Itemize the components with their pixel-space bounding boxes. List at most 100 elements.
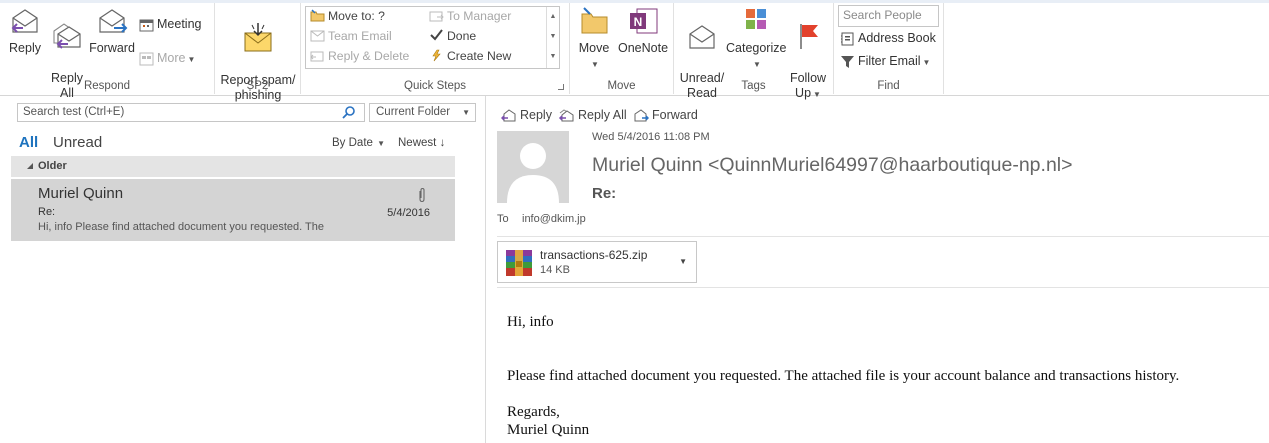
gallery-expand-icon[interactable]: ▼ <box>547 47 559 67</box>
reply-all-icon <box>53 23 81 49</box>
search-scope-dropdown[interactable]: Current Folder ▼ <box>369 103 476 122</box>
filter-tab-unread[interactable]: Unread <box>53 134 102 151</box>
categorize-icon <box>746 9 766 29</box>
search-icon[interactable] <box>342 105 356 119</box>
to-manager-label: To Manager <box>447 9 512 23</box>
attachment-name: transactions-625.zip <box>540 248 648 262</box>
item-subject: Re: <box>38 206 56 218</box>
quickstep-reply-delete[interactable]: Reply & Delete <box>310 49 409 63</box>
group-title-find: Find <box>877 80 900 92</box>
quick-steps-launcher-icon[interactable] <box>558 84 564 90</box>
checkmark-icon <box>430 29 443 41</box>
filter-email-button[interactable]: Filter Email ▼ <box>840 51 930 71</box>
scroll-down-icon[interactable]: ▼ <box>547 27 559 47</box>
reply-small-icon <box>500 109 516 122</box>
filter-tab-all[interactable]: All <box>19 134 38 151</box>
unread-envelope-icon <box>689 25 715 49</box>
filter-funnel-icon <box>841 55 854 68</box>
list-item[interactable]: Muriel Quinn Re: 5/4/2016 Hi, info Pleas… <box>11 179 455 241</box>
reply-button[interactable]: Reply <box>7 6 43 56</box>
quickstep-create-new[interactable]: Create New <box>429 49 511 63</box>
scope-caret-icon: ▼ <box>462 108 470 117</box>
reading-reply-all-label: Reply All <box>578 108 627 122</box>
more-label: More <box>157 51 186 65</box>
reply-icon <box>11 9 38 33</box>
attachment-size: 14 KB <box>540 264 570 276</box>
quick-steps-scroll[interactable]: ▲ ▼ ▼ <box>546 7 559 68</box>
search-people-input[interactable]: Search People <box>838 5 939 27</box>
group-respond: Reply Reply All Forward Meeting More ▼ R… <box>0 3 215 100</box>
move-caret-icon: ▼ <box>591 60 599 69</box>
attachment-card[interactable]: transactions-625.zip 14 KB ▼ <box>497 241 697 283</box>
team-email-icon <box>310 30 325 42</box>
down-arrow-icon: ↓ <box>439 137 446 149</box>
group-header-older[interactable]: Older <box>11 156 455 177</box>
move-folder-icon <box>581 7 608 34</box>
move-to-label: Move to: ? <box>328 9 385 23</box>
categorize-label: Categorize <box>726 41 787 55</box>
more-respond-button[interactable]: More ▼ <box>139 48 195 68</box>
folder-arrow-icon <box>310 9 325 22</box>
reading-forward-button[interactable]: Forward <box>633 108 698 122</box>
reply-label: Reply <box>9 41 41 55</box>
quick-steps-gallery: Move to: ? Team Email Reply & Delete To … <box>305 6 560 69</box>
item-preview: Hi, info Please find attached document y… <box>38 221 324 233</box>
group-header-label: Older <box>38 160 67 172</box>
reading-reply-all-button[interactable]: Reply All <box>558 108 627 122</box>
sent-timestamp: Wed 5/4/2016 11:08 PM <box>592 131 710 143</box>
address-book-button[interactable]: Address Book <box>840 28 936 48</box>
group-title-move: Move <box>607 80 636 92</box>
avatar <box>497 131 569 203</box>
filter-caret-icon: ▼ <box>922 58 931 67</box>
meeting-label: Meeting <box>157 17 202 31</box>
move-label: Move <box>578 41 610 55</box>
collapse-triangle-icon[interactable] <box>27 163 33 169</box>
meeting-button[interactable]: Meeting <box>139 14 201 34</box>
flag-icon <box>800 24 818 49</box>
body-signature: Muriel Quinn <box>507 422 590 438</box>
group-title-sp2: SP2 <box>246 80 269 92</box>
scroll-up-icon[interactable]: ▲ <box>547 7 559 27</box>
group-title-quick-steps: Quick Steps <box>404 80 466 92</box>
reading-forward-label: Forward <box>652 108 698 122</box>
body-greeting: Hi, info <box>507 314 554 330</box>
group-title-respond: Respond <box>83 80 131 92</box>
quickstep-to-manager[interactable]: To Manager <box>429 9 511 23</box>
reply-all-small-icon <box>558 109 574 122</box>
group-sp2: Report spam/ phishing SP2 <box>215 3 301 102</box>
move-button[interactable]: Move ▼ <box>576 6 612 72</box>
sort-order-toggle[interactable]: Newest ↓ <box>398 137 445 149</box>
reading-reply-button[interactable]: Reply <box>500 108 552 122</box>
onenote-button[interactable]: N OneNote <box>616 6 670 56</box>
quickstep-move-to[interactable]: Move to: ? <box>310 9 385 23</box>
attachment-menu-icon[interactable]: ▼ <box>679 257 687 266</box>
more-icon <box>139 52 154 66</box>
search-mail-input[interactable]: Search test (Ctrl+E) <box>17 103 365 122</box>
body-paragraph: Please find attached document you reques… <box>507 368 1180 384</box>
forward-icon <box>99 9 128 33</box>
reading-reply-label: Reply <box>520 108 552 122</box>
recipient-address[interactable]: info@dkim.jp <box>522 213 586 225</box>
search-scope-label: Current Folder <box>376 106 451 118</box>
quickstep-team-email[interactable]: Team Email <box>310 29 392 43</box>
forward-label: Forward <box>89 41 135 55</box>
item-date: 5/4/2016 <box>387 207 430 219</box>
group-move: Move ▼ N OneNote Move <box>570 3 674 94</box>
more-caret-icon: ▼ <box>187 55 196 64</box>
ribbon: Reply Reply All Forward Meeting More ▼ R… <box>0 0 1269 102</box>
sender-address[interactable]: Muriel Quinn <QuinnMuriel64997@haarbouti… <box>592 154 1073 177</box>
address-book-label: Address Book <box>858 31 936 45</box>
categorize-button[interactable]: Categorize ▼ <box>726 6 786 72</box>
sort-order-label: Newest <box>398 137 437 149</box>
forward-small-icon <box>634 109 650 122</box>
person-placeholder-icon <box>497 131 569 203</box>
quickstep-done[interactable]: Done <box>429 29 476 43</box>
group-title-tags: Tags <box>741 80 766 92</box>
paperclip-icon <box>419 187 425 203</box>
sort-by-dropdown[interactable]: By Date ▼ <box>332 137 385 149</box>
filter-email-label: Filter Email <box>858 54 921 68</box>
body-signoff: Regards, <box>507 404 560 420</box>
forward-button[interactable]: Forward <box>89 6 135 56</box>
to-label: To <box>497 213 509 225</box>
lightning-icon <box>432 49 441 62</box>
